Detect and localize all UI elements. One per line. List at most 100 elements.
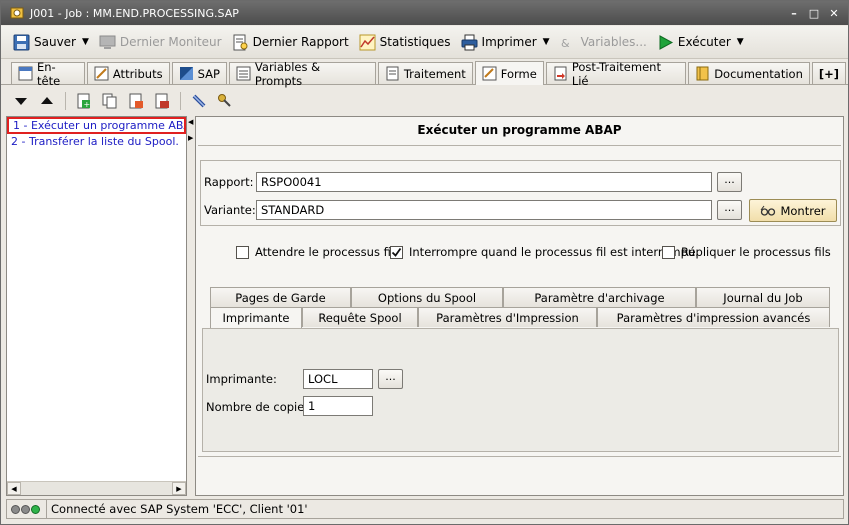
last-monitor-button[interactable]: Dernier Moniteur (95, 30, 226, 54)
step-detail-panel: Exécuter un programme ABAP Rapport: RSPO… (195, 116, 844, 496)
tab-print-parameters[interactable]: Paramètres d'Impression (418, 307, 597, 327)
tab-spool-request[interactable]: Requête Spool (302, 307, 418, 327)
job-icon (9, 5, 25, 21)
statistics-button[interactable]: Statistiques (355, 30, 455, 54)
tab-spool-options[interactable]: Options du Spool (351, 287, 503, 307)
copies-input[interactable]: 1 (303, 396, 373, 416)
tab-archive-parameter[interactable]: Paramètre d'archivage (503, 287, 696, 307)
tab-processing[interactable]: Traitement (377, 62, 473, 84)
report-input[interactable]: RSPO0041 (256, 172, 712, 192)
checkbox-box[interactable] (390, 245, 403, 259)
print-label: Imprimer (481, 35, 537, 49)
sap-icon (179, 66, 194, 81)
move-down-icon[interactable] (11, 91, 31, 111)
tab-attributes[interactable]: Attributs (86, 62, 170, 84)
tab-advanced-print-parameters[interactable]: Paramètres d'impression avancés (597, 307, 830, 327)
execute-button[interactable]: Exécuter ▼ (653, 30, 748, 54)
tab-printer[interactable]: Imprimante (210, 307, 302, 328)
tab-job-log[interactable]: Journal du Job (696, 287, 830, 307)
pen-icon[interactable] (189, 91, 209, 111)
status-led-icon (31, 504, 40, 514)
window-title: J001 - Job : MM.END.PROCESSING.SAP (30, 6, 239, 20)
connection-status-icon (7, 500, 47, 518)
tab-cover-pages[interactable]: Pages de Garde (210, 287, 351, 307)
last-monitor-label: Dernier Moniteur (119, 35, 222, 49)
tab-label: Forme (500, 66, 537, 81)
variant-input[interactable]: STANDARD (256, 200, 712, 220)
chevron-down-icon[interactable]: ▼ (82, 37, 89, 47)
variables-label: Variables... (580, 35, 647, 49)
copies-label: Nombre de copies: (206, 400, 315, 414)
checkbox-box[interactable] (662, 245, 675, 259)
horizontal-scrollbar[interactable]: ◀ ▶ (7, 481, 186, 495)
expand-right-icon[interactable]: ▶ (188, 134, 193, 142)
tab-header[interactable]: En-tête (11, 60, 85, 88)
chevron-down-icon[interactable]: ▼ (543, 37, 550, 47)
delete-step-icon[interactable] (152, 91, 172, 111)
print-button[interactable]: Imprimer ▼ (457, 30, 554, 54)
close-icon[interactable]: ✕ (826, 6, 842, 20)
report-browse-button[interactable]: ... (717, 172, 742, 192)
tab-post-processing[interactable]: Post-Traitement Lié (545, 60, 687, 88)
last-report-label: Dernier Rapport (252, 35, 349, 49)
status-led-icon (21, 504, 30, 514)
printer-icon (461, 34, 478, 51)
panel-splitter[interactable]: ◀ ▶ (187, 116, 195, 496)
tab-variables-prompts[interactable]: Variables & Prompts (228, 60, 376, 88)
printer-browse-button[interactable]: ... (378, 369, 403, 389)
tab-form[interactable]: Forme (474, 61, 544, 85)
document-icon (385, 66, 400, 81)
book-icon (695, 66, 710, 81)
floppy-disk-icon (13, 34, 30, 51)
tab-label: SAP (197, 66, 220, 81)
variant-browse-button[interactable]: ... (717, 200, 742, 220)
statistics-label: Statistiques (379, 35, 451, 49)
list-item[interactable]: 1 - Exécuter un programme ABAP 'RSPO0041… (7, 117, 186, 134)
toolbar-separator (180, 92, 181, 110)
svg-text:&: & (561, 37, 570, 50)
show-button[interactable]: Montrer (749, 199, 837, 222)
tab-label: Attributs (112, 66, 163, 81)
variables-button[interactable]: & Variables... (556, 30, 651, 54)
scroll-left-icon[interactable]: ◀ (7, 482, 21, 495)
scroll-right-icon[interactable]: ▶ (172, 482, 186, 495)
report-label: Rapport: (204, 175, 254, 189)
list-item[interactable]: 2 - Transférer la liste du Spool. (7, 134, 186, 151)
interrupt-checkbox[interactable]: Interrompre quand le processus fil est i… (390, 245, 699, 259)
move-up-icon[interactable] (37, 91, 57, 111)
key-icon[interactable] (215, 91, 235, 111)
printer-tab-panel: Imprimante: LOCL ... Nombre de copies: 1 (202, 328, 839, 452)
tab-add[interactable]: [+] (811, 62, 847, 84)
header-icon (18, 66, 33, 81)
print-tabs-row-1: Pages de Garde Options du Spool Paramètr… (210, 287, 830, 307)
minimize-icon[interactable]: – (786, 6, 802, 20)
edit-step-icon[interactable] (126, 91, 146, 111)
title-bar: J001 - Job : MM.END.PROCESSING.SAP – □ ✕ (1, 1, 848, 25)
replicate-child-checkbox[interactable]: Répliquer le processus fils (662, 245, 831, 259)
save-label: Sauver (34, 35, 76, 49)
checkmark-icon (391, 247, 402, 257)
form-icon (482, 66, 497, 81)
collapse-left-icon[interactable]: ◀ (188, 118, 193, 126)
chart-icon (359, 34, 376, 51)
report-icon (232, 34, 249, 51)
checkbox-label: Attendre le processus fils (255, 245, 401, 259)
last-report-button[interactable]: Dernier Rapport (228, 30, 353, 54)
main-toolbar: Sauver ▼ Dernier Moniteur Dernier Rappor… (1, 26, 848, 59)
svg-text:+: + (84, 100, 91, 109)
add-step-icon[interactable]: + (74, 91, 94, 111)
printer-input[interactable]: LOCL (303, 369, 373, 389)
save-button[interactable]: Sauver ▼ (9, 30, 93, 54)
detail-title: Exécuter un programme ABAP (417, 123, 622, 137)
maximize-icon[interactable]: □ (806, 6, 822, 20)
checkbox-box[interactable] (236, 245, 249, 259)
chevron-down-icon[interactable]: ▼ (737, 37, 744, 47)
tab-sap[interactable]: SAP (171, 62, 227, 84)
divider (198, 145, 841, 146)
status-bar: Connecté avec SAP System 'ECC', Client '… (6, 499, 844, 519)
copy-step-icon[interactable] (100, 91, 120, 111)
main-tabs: En-tête Attributs SAP Variables & Prompt… (1, 60, 848, 88)
wait-child-checkbox[interactable]: Attendre le processus fils (236, 245, 400, 259)
tab-documentation[interactable]: Documentation (688, 62, 810, 84)
job-window: J001 - Job : MM.END.PROCESSING.SAP – □ ✕… (0, 0, 849, 525)
